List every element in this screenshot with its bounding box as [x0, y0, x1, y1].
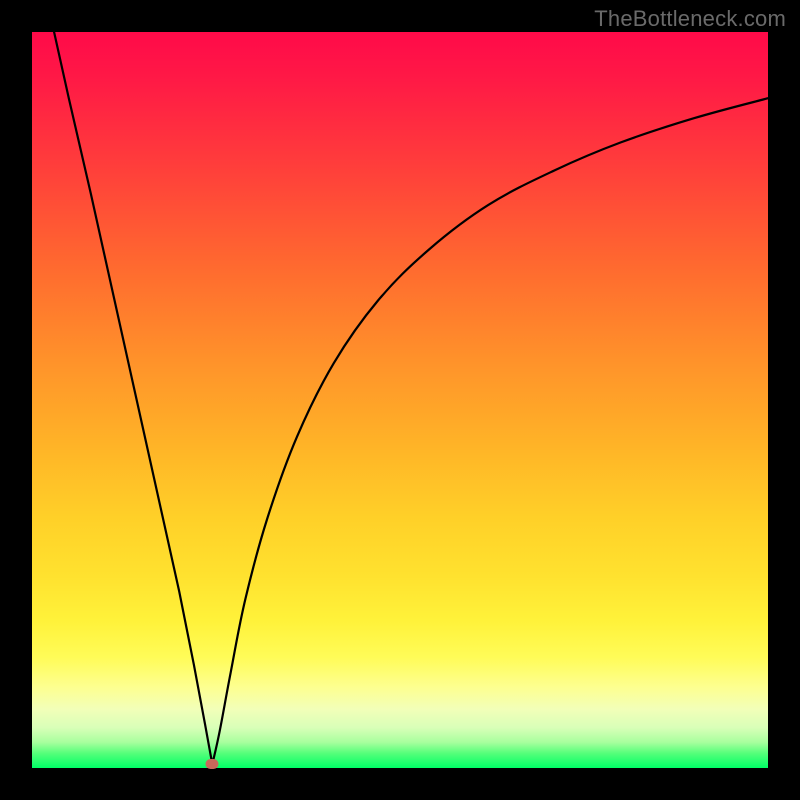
bottleneck-curve [32, 32, 768, 768]
curve-right-branch [212, 98, 768, 764]
curve-left-branch [54, 32, 212, 764]
minimum-marker [206, 759, 219, 769]
plot-area [32, 32, 768, 768]
chart-frame: TheBottleneck.com [0, 0, 800, 800]
attribution-text: TheBottleneck.com [594, 6, 786, 32]
